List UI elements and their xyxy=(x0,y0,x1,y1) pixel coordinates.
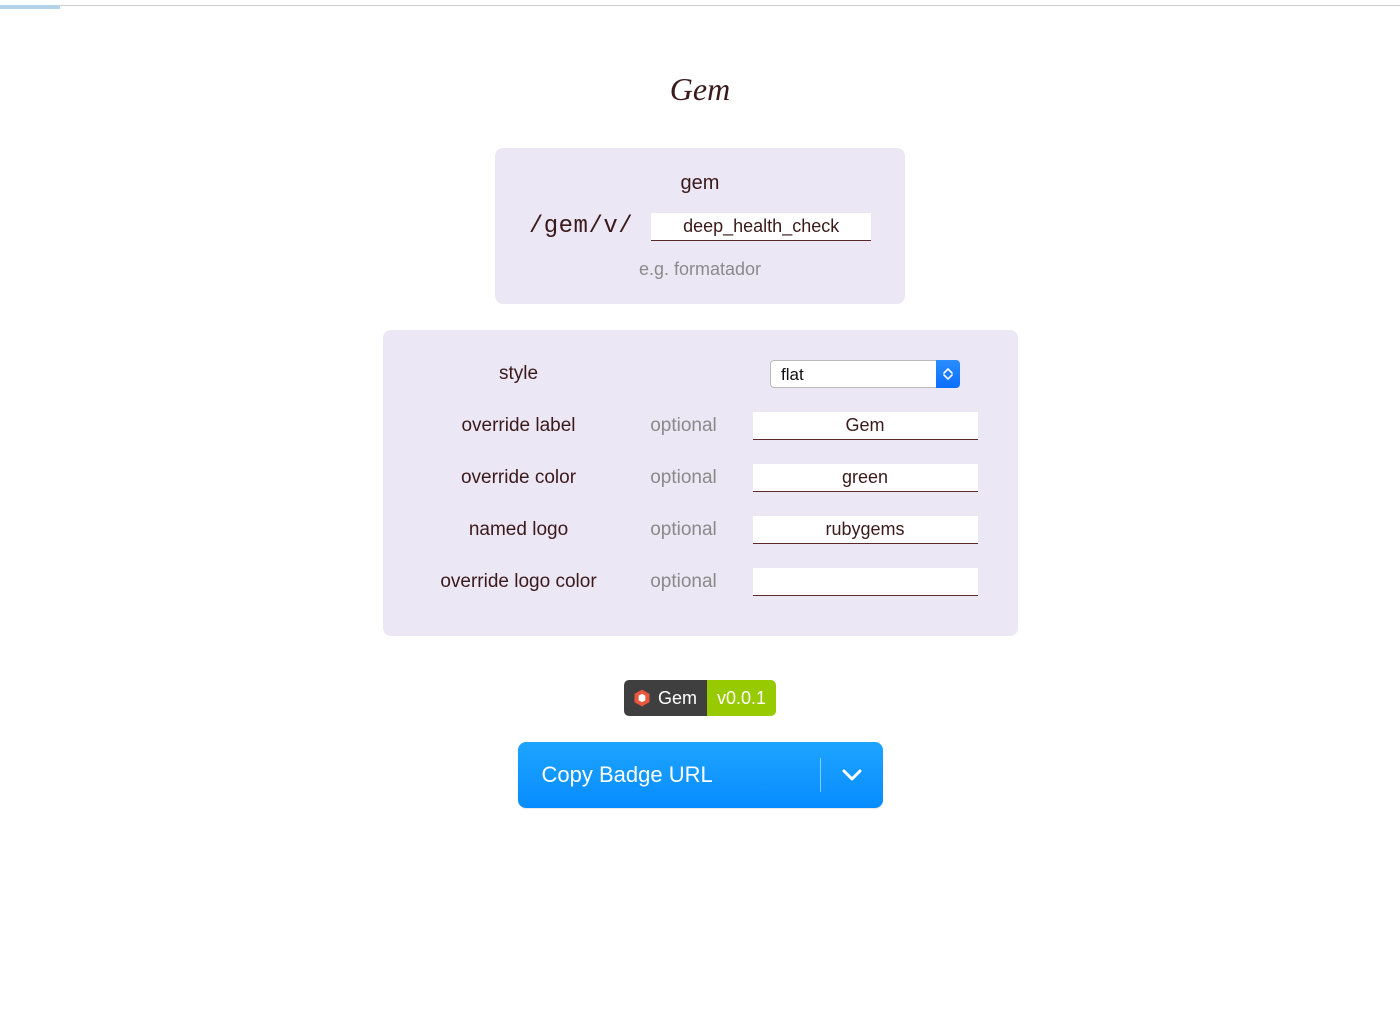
copy-badge-dropdown-button[interactable] xyxy=(821,742,883,808)
override-logo-color-input[interactable] xyxy=(753,568,978,596)
badge-value: v0.0.1 xyxy=(717,688,766,709)
style-select[interactable]: flat xyxy=(770,360,960,388)
named-logo-input[interactable] xyxy=(753,516,978,544)
chevron-down-icon xyxy=(841,768,863,782)
override-label-label: override label xyxy=(419,415,619,437)
gem-example-hint: e.g. formatador xyxy=(639,259,761,280)
badge-preview: Gem v0.0.1 xyxy=(624,680,776,716)
copy-badge-url-button[interactable]: Copy Badge URL xyxy=(518,742,820,808)
named-logo-hint: optional xyxy=(619,519,749,541)
rubygems-icon xyxy=(632,688,652,708)
named-logo-label: named logo xyxy=(419,519,619,541)
override-label-input[interactable] xyxy=(753,412,978,440)
gem-panel: gem /gem/v/ e.g. formatador xyxy=(495,148,905,304)
override-color-hint: optional xyxy=(619,467,749,489)
options-panel: style flat override label optional xyxy=(383,330,1018,636)
override-logo-color-label: override logo color xyxy=(419,571,619,593)
override-label-row: override label optional xyxy=(419,400,982,452)
gem-path-row: /gem/v/ xyxy=(529,213,871,241)
override-color-label: override color xyxy=(419,467,619,489)
override-logo-color-hint: optional xyxy=(619,571,749,593)
copy-badge-button-group: Copy Badge URL xyxy=(518,742,883,808)
override-color-row: override color optional xyxy=(419,452,982,504)
override-color-input[interactable] xyxy=(753,464,978,492)
named-logo-row: named logo optional xyxy=(419,504,982,556)
badge-right: v0.0.1 xyxy=(707,680,776,716)
style-row: style flat xyxy=(419,348,982,400)
override-logo-color-row: override logo color optional xyxy=(419,556,982,608)
tab-indicator xyxy=(0,5,60,9)
style-label: style xyxy=(419,363,619,385)
gem-field-caption: gem xyxy=(681,172,720,195)
gem-name-input[interactable] xyxy=(651,213,871,241)
badge-left: Gem xyxy=(624,680,707,716)
override-label-hint: optional xyxy=(619,415,749,437)
badge-label: Gem xyxy=(658,688,697,709)
main-content: Gem gem /gem/v/ e.g. formatador style fl… xyxy=(0,6,1400,808)
path-prefix: /gem/v/ xyxy=(529,213,633,240)
page-title: Gem xyxy=(670,71,730,108)
